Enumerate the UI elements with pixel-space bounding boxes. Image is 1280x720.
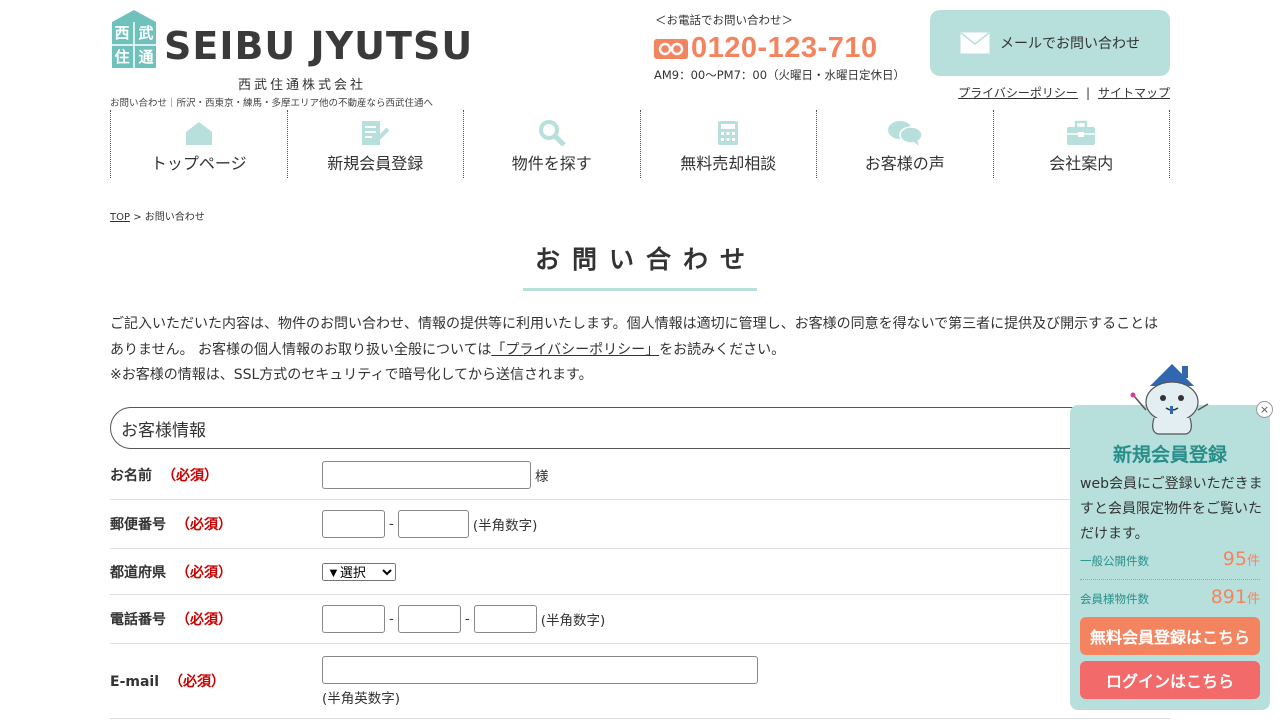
required-mark: （必須） <box>169 674 226 690</box>
breadcrumb-top-link[interactable]: TOP <box>110 212 130 223</box>
public-count-label: 一般公開件数 <box>1080 554 1149 568</box>
speech-bubbles-icon <box>887 121 923 146</box>
nav-item-sale-consult[interactable]: 無料売却相談 <box>639 110 817 178</box>
briefcase-icon <box>1067 120 1096 145</box>
logo-kanji-4: 通 <box>138 47 154 66</box>
breadcrumb: TOP > お問い合わせ <box>110 208 205 223</box>
mascot-character-icon <box>1130 364 1209 435</box>
logo-company-name: 西武住通株式会社 <box>238 78 367 93</box>
freedial-icon <box>654 38 688 59</box>
member-count-label: 会員様物件数 <box>1080 592 1149 606</box>
logo-kanji-1: 西 <box>114 23 130 42</box>
global-nav: トップページ 新規会員登録 物件を探す 無料売却相談 お客様の声 会社案内 <box>110 110 1170 178</box>
required-mark: （必須） <box>162 468 218 484</box>
zip-input-1[interactable] <box>322 510 385 538</box>
document-pen-icon <box>362 121 390 145</box>
email-input[interactable] <box>322 655 758 684</box>
phone-contact[interactable]: 0120-123-710 <box>654 32 878 65</box>
calculator-icon <box>718 121 739 145</box>
nav-item-register[interactable]: 新規会員登録 <box>286 110 464 178</box>
nav-label: 物件を探す <box>511 154 592 173</box>
header-links: プライバシーポリシー | サイトマップ <box>958 86 1170 100</box>
name-input[interactable] <box>322 461 531 489</box>
form-row-prefecture: 都道府県 （必須） ▼選択 <box>110 549 1170 595</box>
nav-label: トップページ <box>150 154 247 173</box>
logo-kanji-2: 武 <box>138 23 154 42</box>
breadcrumb-separator: > <box>133 212 142 223</box>
form-row-zip: 郵便番号 （必須） - (半角数字) <box>110 500 1170 549</box>
dash: - <box>389 611 394 627</box>
dash: - <box>464 611 470 627</box>
member-count-row: 会員様物件数 891件 <box>1080 586 1260 608</box>
logo-title: SEIBU JYUTSU <box>164 24 474 68</box>
site-tagline: お問い合わせ｜所沢・西東京・練馬・多摩エリア他の不動産なら西武住通へ <box>110 98 434 109</box>
envelope-icon <box>960 32 990 54</box>
name-label: お名前 <box>110 468 152 484</box>
site-logo[interactable]: 西 武 住 通 SEIBU JYUTSU 西武住通株式会社 <box>110 8 480 103</box>
dash: - <box>389 516 394 532</box>
tel-note: (半角数字) <box>540 613 606 629</box>
email-label: E-mail <box>110 674 160 690</box>
page-title: お問い合わせ <box>522 240 757 291</box>
section-header-customer-info: お客様情報 <box>110 407 1210 449</box>
intro-line-1: ご記入いただいた内容は、物件のお問い合わせ、情報の提供等に利用いたします。個人情… <box>110 316 1159 332</box>
panel-description: web会員にご登録いただきますと会員限定物件をご覧いただけます。 <box>1080 476 1263 542</box>
form-row-tel: 電話番号 （必須） - - (半角数字) <box>110 595 1170 644</box>
form-row-email: E-mail （必須） (半角英数字) <box>110 644 1170 719</box>
nav-item-voice[interactable]: お客様の声 <box>816 110 993 178</box>
breadcrumb-current: お問い合わせ <box>144 212 205 223</box>
intro-line-3: ※お客様の情報は、SSL方式のセキュリティで暗号化してから送信されます。 <box>110 367 593 383</box>
tel-label: 電話番号 <box>110 612 166 628</box>
privacy-policy-link[interactable]: プライバシーポリシー <box>958 86 1078 100</box>
logo-mark: 西 武 住 通 <box>110 10 158 68</box>
house-icon <box>185 122 212 145</box>
member-count-value: 891 <box>1210 586 1247 608</box>
nav-label: お客様の声 <box>864 154 945 173</box>
logo-kanji-3: 住 <box>114 47 130 66</box>
required-mark: （必須） <box>176 612 232 628</box>
mail-button-label: メールでお問い合わせ <box>1000 36 1140 52</box>
intro-line-2: ありません。 お客様の個人情報のお取り扱い全般については「プライバシーポリシー」… <box>110 341 786 358</box>
login-button[interactable]: ログインはこちら <box>1080 661 1260 699</box>
section-title: お客様情報 <box>121 420 206 441</box>
phone-number: 0120-123-710 <box>691 32 878 64</box>
intro-text: ご記入いただいた内容は、物件のお問い合わせ、情報の提供等に利用いたします。個人情… <box>110 312 1180 389</box>
nav-label: 新規会員登録 <box>327 154 424 173</box>
form-row-name: お名前 （必須） 様 <box>110 451 1170 500</box>
panel-close-button[interactable]: × <box>1256 401 1273 418</box>
count-unit: 件 <box>1246 592 1260 607</box>
required-mark: （必須） <box>176 564 232 581</box>
zip-input-2[interactable] <box>397 510 469 538</box>
phone-hours: AM9：00〜PM7：00（火曜日・水曜日定休日） <box>654 68 906 82</box>
prefecture-select[interactable]: ▼選択 <box>322 562 396 581</box>
name-suffix: 様 <box>535 469 549 485</box>
privacy-policy-inline-link[interactable]: 「プライバシーポリシー」 <box>491 342 659 358</box>
panel-title: 新規会員登録 <box>1112 444 1227 466</box>
mail-contact-button[interactable]: メールでお問い合わせ <box>930 10 1170 76</box>
required-mark: （必須） <box>176 517 232 533</box>
sitemap-link[interactable]: サイトマップ <box>1098 86 1170 100</box>
public-count-value: 95 <box>1222 548 1247 570</box>
tel-input-2[interactable] <box>397 605 461 633</box>
prefecture-label: 都道府県 <box>110 564 166 581</box>
public-count-row: 一般公開件数 95件 <box>1080 548 1260 570</box>
panel-divider <box>1080 579 1260 580</box>
magnifier-icon <box>538 120 566 146</box>
tel-input-3[interactable] <box>473 605 537 633</box>
nav-label: 会社案内 <box>1049 154 1114 173</box>
email-note: (半角英数字) <box>322 690 401 707</box>
nav-label: 無料売却相談 <box>680 154 777 173</box>
nav-item-top[interactable]: トップページ <box>110 110 287 178</box>
count-unit: 件 <box>1246 554 1260 569</box>
zip-note: (半角数字) <box>472 518 538 534</box>
zip-label: 郵便番号 <box>110 517 166 533</box>
nav-item-search[interactable]: 物件を探す <box>463 110 640 178</box>
tel-input-1[interactable] <box>322 605 385 633</box>
phone-caption: ＜お電話でお問い合わせ＞ <box>655 13 793 27</box>
free-register-button[interactable]: 無料会員登録はこちら <box>1080 617 1260 655</box>
nav-item-company[interactable]: 会社案内 <box>992 110 1170 178</box>
